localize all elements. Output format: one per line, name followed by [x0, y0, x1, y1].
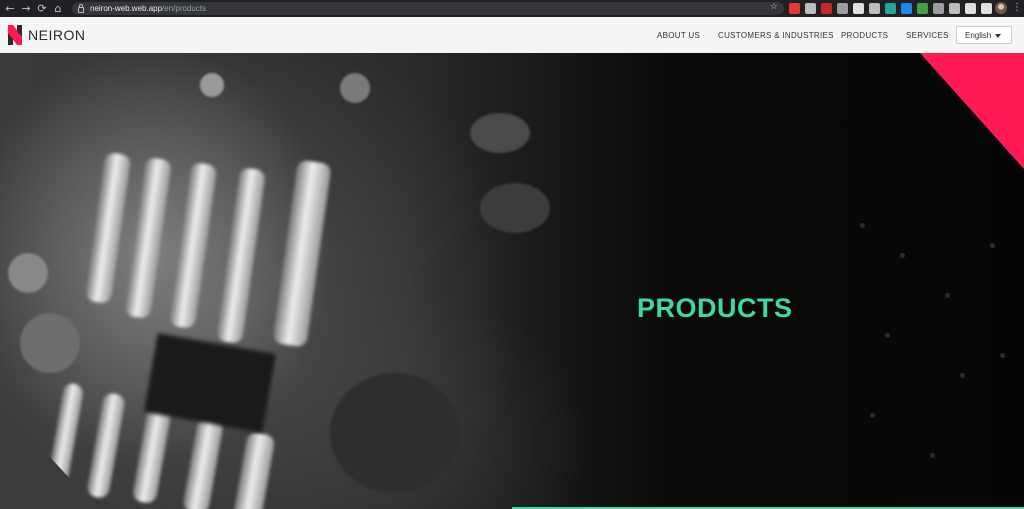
background-component — [200, 73, 224, 97]
page-title: PRODUCTS — [637, 293, 793, 323]
corner-accent-top-right — [920, 53, 1024, 169]
background-component — [84, 151, 132, 305]
browser-extension-icon[interactable] — [901, 3, 912, 14]
site-header: NEIRON ABOUT US CUSTOMERS & INDUSTRIES P… — [0, 17, 1024, 53]
url-host: neiron-web.web.app — [90, 4, 163, 13]
browser-extension-icon[interactable] — [933, 3, 944, 14]
background-component — [930, 453, 935, 458]
background-component — [870, 413, 875, 418]
background-component — [990, 243, 995, 248]
corner-accent-bottom-left — [0, 403, 98, 509]
forward-arrow-icon[interactable]: → — [18, 0, 34, 17]
browser-extension-icon[interactable] — [789, 3, 800, 14]
background-component — [131, 401, 173, 505]
background-component — [900, 253, 905, 258]
extensions-bar — [789, 3, 992, 14]
url-path: /en/products — [162, 4, 207, 13]
lock-icon — [78, 3, 84, 13]
background-component — [885, 333, 890, 338]
profile-avatar[interactable] — [995, 2, 1007, 14]
background-component — [480, 183, 550, 233]
language-select[interactable]: English — [956, 26, 1012, 44]
browser-extension-icon[interactable] — [837, 3, 848, 14]
neiron-logo-icon[interactable] — [8, 25, 22, 45]
browser-extension-icon[interactable] — [853, 3, 864, 14]
browser-toolbar: ← → ⟳ ⌂ neiron-web.web.app /en/products … — [0, 0, 1024, 17]
browser-extension-icon[interactable] — [805, 3, 816, 14]
background-component — [945, 293, 950, 298]
nav-products[interactable]: PRODUCTS — [841, 31, 888, 40]
background-component — [168, 161, 218, 330]
background-component — [123, 156, 173, 320]
browser-extension-icon[interactable] — [821, 3, 832, 14]
nav-customers-industries[interactable]: CUSTOMERS & INDUSTRIES — [718, 31, 834, 40]
caret-down-icon — [995, 34, 1001, 38]
background-component — [330, 373, 460, 493]
background-component — [470, 113, 530, 153]
background-component — [20, 313, 80, 373]
hero-banner: PRODUCTS — [0, 53, 1024, 509]
background-component — [272, 159, 332, 348]
browser-extension-icon[interactable] — [949, 3, 960, 14]
browser-extension-icon[interactable] — [885, 3, 896, 14]
background-component — [340, 73, 370, 103]
bookmark-star-icon[interactable]: ☆ — [770, 2, 778, 12]
back-arrow-icon[interactable]: ← — [2, 0, 18, 17]
browser-extension-icon[interactable] — [869, 3, 880, 14]
brand-name[interactable]: NEIRON — [28, 27, 85, 43]
background-component — [960, 373, 965, 378]
background-component — [215, 167, 267, 344]
browser-extension-icon[interactable] — [917, 3, 928, 14]
reload-icon[interactable]: ⟳ — [34, 0, 50, 17]
browser-menu-icon[interactable]: ⋮ — [1012, 2, 1022, 13]
browser-extension-icon[interactable] — [965, 3, 976, 14]
background-component — [8, 253, 48, 293]
home-icon[interactable]: ⌂ — [50, 0, 66, 17]
background-component — [860, 223, 865, 228]
browser-extension-icon[interactable] — [981, 3, 992, 14]
language-value: English — [965, 31, 992, 40]
nav-services[interactable]: SERVICES — [906, 31, 949, 40]
background-component — [232, 431, 276, 509]
background-component — [1000, 353, 1005, 358]
address-bar[interactable]: neiron-web.web.app /en/products ☆ — [72, 2, 784, 15]
nav-about-us[interactable]: ABOUT US — [657, 31, 700, 40]
background-component — [181, 416, 225, 509]
